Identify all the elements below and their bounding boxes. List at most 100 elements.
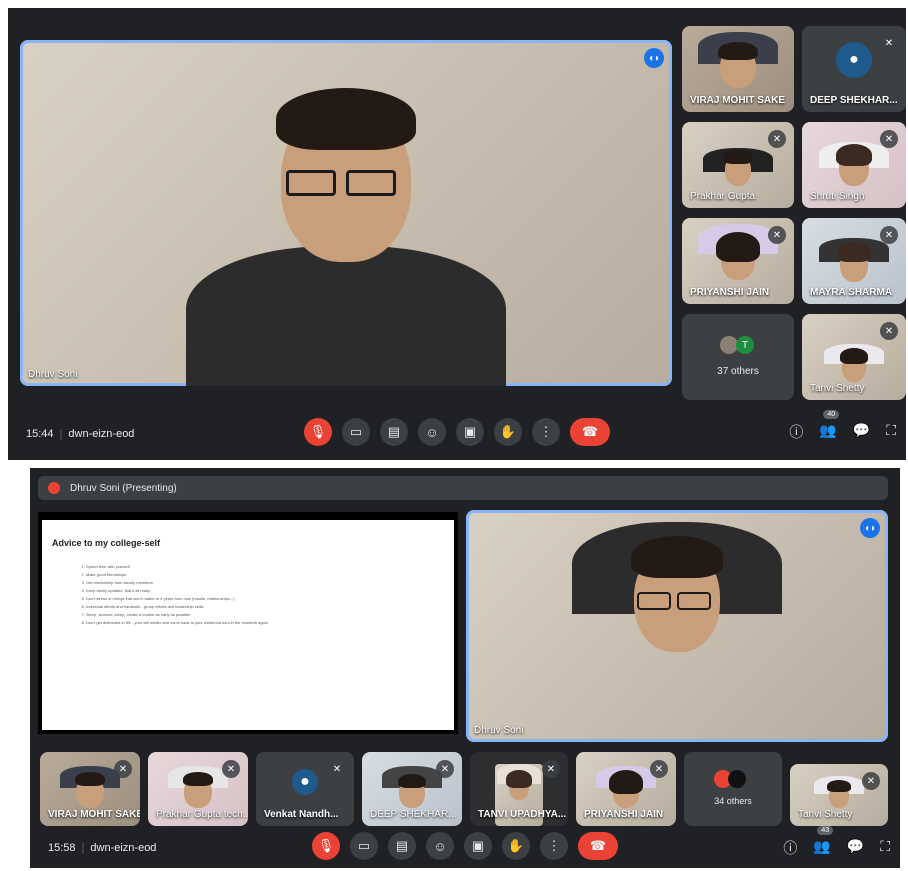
meeting-info: 15:44 | dwn-eizn-eod — [26, 428, 135, 440]
participant-tile[interactable]: ✕ Tanvi Shetty — [802, 314, 906, 400]
emoji-icon[interactable]: ☺ — [426, 832, 454, 860]
leave-call-icon[interactable]: ☎ — [570, 418, 610, 446]
avatar: T — [736, 336, 754, 354]
mic-off-icon: ✕ — [880, 322, 898, 340]
main-speaker-tile[interactable]: ◖◗ Dhruv Soni — [20, 40, 672, 386]
participant-name: PRIYANSHI JAIN — [690, 287, 770, 298]
people-count-badge: 40 — [823, 410, 840, 419]
side-panel-controls: ⓘ 👥 40 💬 ⛶ — [789, 410, 896, 442]
participant-name: DEEP SHEKHAR... — [810, 95, 898, 106]
captions-icon[interactable]: ▤ — [388, 832, 416, 860]
camera-icon[interactable]: ▭ — [342, 418, 370, 446]
avatar: ● — [292, 768, 318, 795]
people-icon[interactable]: 👥 40 — [819, 410, 840, 442]
participant-tile[interactable]: ✕ VIRAJ MOHIT SAKE — [40, 752, 140, 826]
slide-title: Advice to my college-self — [52, 538, 161, 548]
participant-name: Dhruv Soni — [28, 369, 78, 380]
raise-hand-icon[interactable]: ✋ — [502, 832, 530, 860]
presenting-banner: Dhruv Soni (Presenting) — [38, 476, 888, 500]
slide-item: Keep family updated, that's all really — [86, 588, 444, 593]
slide-item: Sleep, workout, sleep, create a routine … — [86, 612, 444, 617]
meeting-info: 15:58 | dwn-eizn-eod — [48, 842, 157, 854]
meeting-code: dwn-eizn-eod — [90, 842, 157, 854]
mic-off-icon: ✕ — [542, 760, 560, 778]
participant-video — [186, 66, 506, 386]
mic-off-icon[interactable]: 🎙 — [304, 418, 332, 446]
captions-icon[interactable]: ▤ — [380, 418, 408, 446]
participant-tile[interactable]: ● ✕ DEEP SHEKHAR... — [802, 26, 906, 112]
participant-name: Tanvi Shetty — [798, 809, 853, 820]
participant-tile[interactable]: ✕ Prakhar Gupta tech... — [148, 752, 248, 826]
mic-off-icon: ✕ — [880, 34, 898, 52]
participant-tile[interactable]: ✕ MAYRA SHARMA — [802, 218, 906, 304]
avatar: ● — [836, 42, 872, 79]
participant-name: VIRAJ MOHIT SAKE — [48, 809, 140, 820]
participant-tile[interactable]: ✕ Shruti Singh — [802, 122, 906, 208]
participant-name: PRIYANSHI JAIN — [584, 809, 664, 820]
info-icon[interactable]: ⓘ — [783, 838, 797, 858]
participant-name: DEEP SHEKHAR... — [370, 809, 457, 820]
leave-call-icon[interactable]: ☎ — [578, 832, 618, 860]
more-options-icon[interactable]: ⋮ — [540, 832, 568, 860]
raise-hand-icon[interactable]: ✋ — [494, 418, 522, 446]
participant-tile[interactable]: VIRAJ MOHIT SAKE — [682, 26, 794, 112]
speaking-indicator-icon: ◖◗ — [860, 518, 880, 538]
mic-off-icon: ✕ — [768, 130, 786, 148]
chat-icon[interactable]: 💬 — [853, 422, 870, 442]
main-speaker-tile[interactable]: ◖◗ Dhruv Soni — [466, 510, 888, 742]
meeting-time: 15:58 — [48, 842, 76, 854]
present-icon[interactable]: ▣ — [464, 832, 492, 860]
mic-off-icon: ✕ — [862, 772, 880, 790]
others-tile[interactable]: T 37 others — [682, 314, 794, 400]
meeting-code: dwn-eizn-eod — [68, 428, 135, 440]
participant-tile[interactable]: ✕ TANVI UPADHYA... — [470, 752, 568, 826]
participant-tile[interactable]: ● ✕ Venkat Nandh... — [256, 752, 354, 826]
mic-off-icon: ✕ — [328, 760, 346, 778]
participant-tile[interactable]: ✕ DEEP SHEKHAR... — [362, 752, 462, 826]
meeting-time: 15:44 — [26, 428, 54, 440]
slide-item: Don't get distracted in life - your will… — [86, 620, 444, 625]
participant-name: MAYRA SHARMA — [810, 287, 893, 298]
activities-icon[interactable]: ⛶ — [886, 422, 896, 442]
emoji-icon[interactable]: ☺ — [418, 418, 446, 446]
people-icon[interactable]: 👥 43 — [813, 826, 834, 858]
side-panel-controls: ⓘ 👥 43 💬 ⛶ — [783, 826, 890, 858]
mic-off-icon[interactable]: 🎙 — [312, 832, 340, 860]
participant-name: Tanvi Shetty — [810, 383, 865, 394]
participant-name: Dhruv Soni — [474, 725, 524, 736]
participant-tile[interactable]: ✕ PRIYANSHI JAIN — [682, 218, 794, 304]
participant-name: TANVI UPADHYA... — [478, 809, 567, 820]
meeting-control-bar: 15:44 | dwn-eizn-eod 🎙 ▭ ▤ ☺ ▣ ✋ ⋮ ☎ ⓘ 👥 40… — [8, 410, 906, 460]
participant-video — [572, 522, 782, 742]
present-icon[interactable]: ▣ — [456, 418, 484, 446]
presenting-label: Dhruv Soni (Presenting) — [70, 482, 177, 494]
others-count-label: 34 others — [714, 796, 752, 806]
slide-item: Spend time with yourself — [86, 564, 444, 569]
others-count-label: 37 others — [717, 366, 759, 377]
meet-screenshot-presenting: Dhruv Soni (Presenting) Advice to my col… — [30, 468, 900, 868]
participant-tile[interactable]: ✕ PRIYANSHI JAIN — [576, 752, 676, 826]
chat-icon[interactable]: 💬 — [847, 838, 864, 858]
participant-name: Prakhar Gupta — [690, 191, 756, 202]
info-icon[interactable]: ⓘ — [789, 422, 803, 442]
participant-name: Prakhar Gupta tech... — [156, 809, 248, 820]
speaking-indicator-icon: ◖◗ — [644, 48, 664, 68]
more-options-icon[interactable]: ⋮ — [532, 418, 560, 446]
activities-icon[interactable]: ⛶ — [880, 838, 890, 858]
mic-off-icon: ✕ — [222, 760, 240, 778]
participant-tile[interactable]: ✕ Prakhar Gupta — [682, 122, 794, 208]
mic-off-icon: ✕ — [880, 130, 898, 148]
call-controls: 🎙 ▭ ▤ ☺ ▣ ✋ ⋮ ☎ — [304, 418, 610, 446]
camera-icon[interactable]: ▭ — [350, 832, 378, 860]
call-controls: 🎙 ▭ ▤ ☺ ▣ ✋ ⋮ ☎ — [312, 832, 618, 860]
slide-item: Individual efforts and hardwork - group … — [86, 604, 444, 609]
avatar — [728, 770, 746, 788]
participant-tile[interactable]: ✕ Tanvi Shetty — [790, 764, 888, 826]
others-tile[interactable]: 34 others — [684, 752, 782, 826]
mic-off-icon: ✕ — [114, 760, 132, 778]
meet-screenshot-gallery: ◖◗ Dhruv Soni VIRAJ MOHIT SAKE ● ✕ DEEP … — [8, 8, 906, 460]
participant-name: Shruti Singh — [810, 191, 865, 202]
shared-slide: Advice to my college-self Spend time wit… — [38, 512, 458, 734]
mic-off-icon: ✕ — [650, 760, 668, 778]
mic-off-icon: ✕ — [768, 226, 786, 244]
